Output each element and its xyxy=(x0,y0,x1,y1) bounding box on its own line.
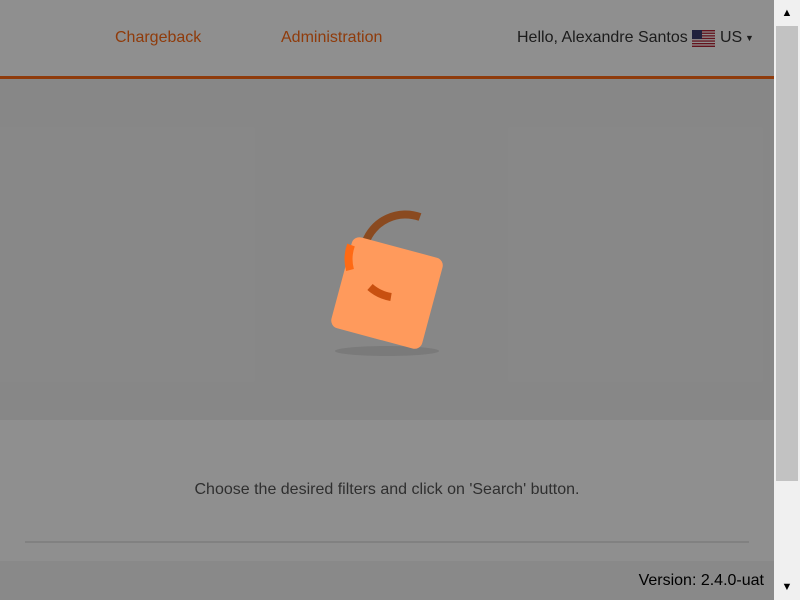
scroll-up-arrow-icon[interactable]: ▲ xyxy=(774,0,800,26)
loading-spinner-icon xyxy=(320,190,460,365)
scrollbar-thumb[interactable] xyxy=(776,26,798,481)
scroll-down-arrow-icon[interactable]: ▼ xyxy=(774,574,800,600)
vertical-scrollbar[interactable]: ▲ ▼ xyxy=(774,0,800,600)
app-window: Chargeback Administration Hello, Alexand… xyxy=(0,0,774,600)
